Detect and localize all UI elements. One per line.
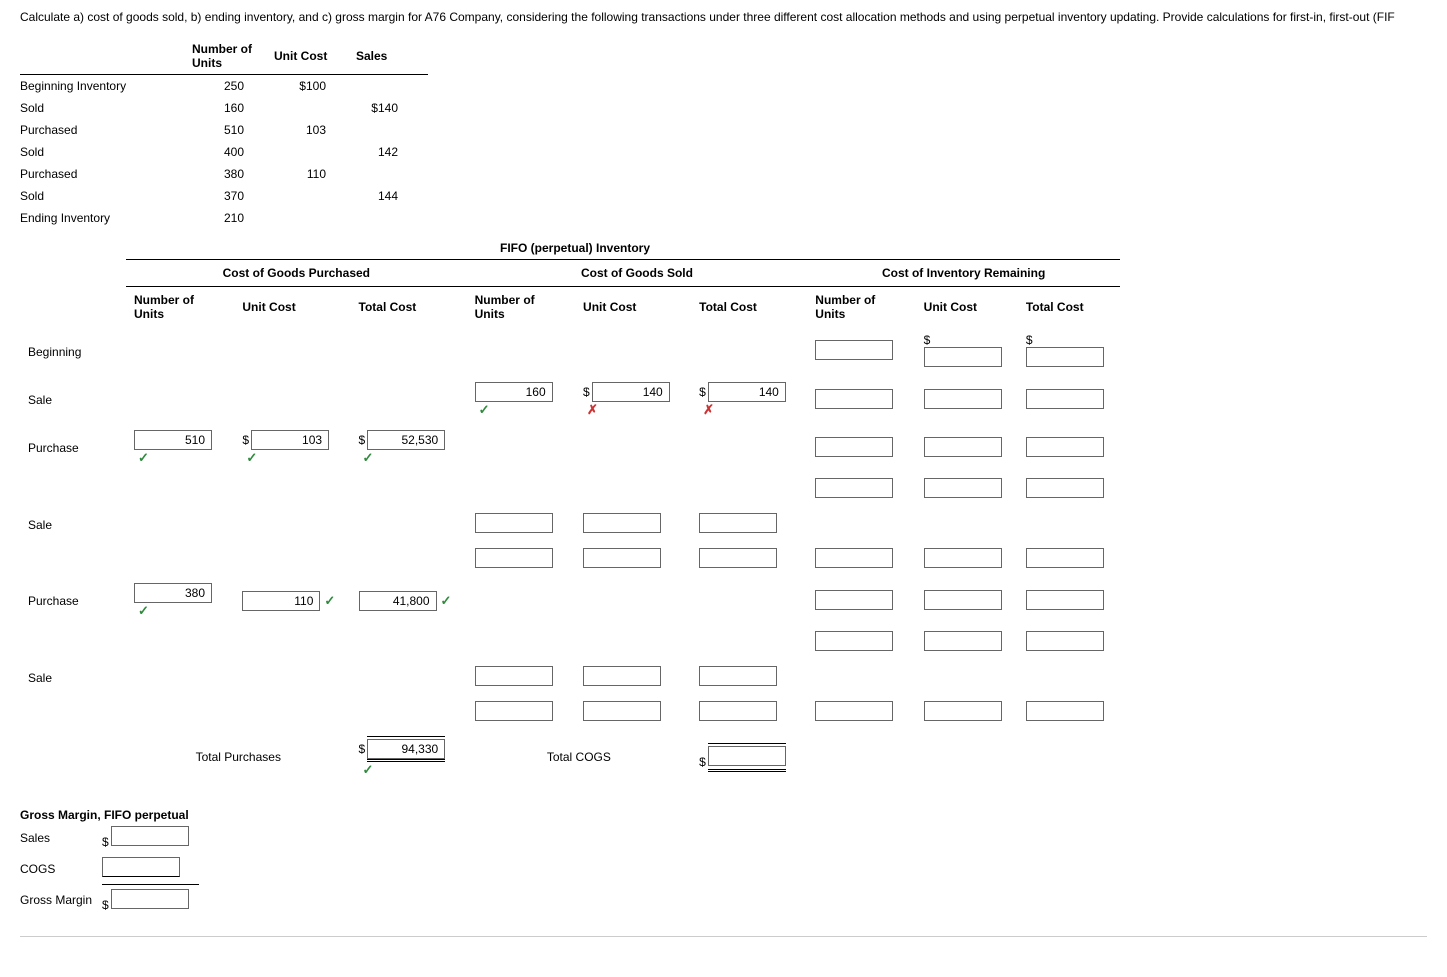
input-margin[interactable] (111, 889, 189, 909)
gm-title: Gross Margin, FIFO perpetual (20, 808, 1427, 822)
input[interactable] (924, 389, 1002, 409)
divider (20, 936, 1427, 937)
input[interactable]: 140 (592, 382, 670, 402)
check-icon: ✓ (363, 762, 374, 777)
input[interactable] (1026, 478, 1104, 498)
input[interactable] (1026, 590, 1104, 610)
input[interactable] (924, 631, 1002, 651)
input-cogs[interactable] (102, 857, 180, 877)
row-sale-2b (20, 542, 1120, 577)
check-icon: ✓ (479, 402, 490, 417)
input[interactable]: 52,530 (367, 430, 445, 450)
input[interactable] (924, 548, 1002, 568)
transactions-table: Number of Units Unit Cost Sales Beginnin… (20, 38, 428, 229)
input[interactable] (924, 478, 1002, 498)
check-icon: ✓ (441, 593, 452, 608)
input[interactable] (699, 701, 777, 721)
input[interactable]: 110 (242, 591, 320, 611)
input[interactable] (708, 746, 786, 766)
row-purchase-2: Purchase 380✓ 110✓ 41,800✓ (20, 577, 1120, 625)
col-sales: Sales (356, 38, 428, 75)
check-icon: ✓ (246, 450, 257, 465)
row-sale-3b (20, 695, 1120, 730)
row-purchase-2b (20, 625, 1120, 660)
row-purchase-1: Purchase 510✓ $103✓ $52,530✓ (20, 424, 1120, 472)
group-purchased: Cost of Goods Purchased (126, 260, 467, 287)
input[interactable] (475, 548, 553, 568)
input[interactable]: 103 (251, 430, 329, 450)
check-icon: ✓ (138, 603, 149, 618)
input[interactable]: 510 (134, 430, 212, 450)
input-sales[interactable] (111, 826, 189, 846)
input[interactable]: 160 (475, 382, 553, 402)
input[interactable] (815, 701, 893, 721)
input[interactable] (924, 437, 1002, 457)
gm-table: Sales$ COGS Gross Margin$ (20, 822, 199, 916)
row-sale-2a: Sale (20, 507, 1120, 542)
fifo-table: Cost of Goods Purchased Cost of Goods So… (20, 259, 1120, 784)
input[interactable]: 140 (708, 382, 786, 402)
input[interactable] (924, 590, 1002, 610)
input[interactable] (1026, 437, 1104, 457)
input[interactable] (815, 340, 893, 360)
x-icon: ✗ (587, 402, 598, 417)
col-unitcost: Unit Cost (274, 38, 356, 75)
input[interactable] (583, 513, 661, 533)
check-icon: ✓ (324, 593, 335, 608)
input[interactable] (475, 666, 553, 686)
input[interactable] (475, 513, 553, 533)
input[interactable] (583, 701, 661, 721)
input[interactable] (815, 389, 893, 409)
group-sold: Cost of Goods Sold (467, 260, 808, 287)
row-totals: Total Purchases $94,330✓ Total COGS $ (20, 730, 1120, 784)
row-sale-3a: Sale (20, 660, 1120, 695)
group-remain: Cost of Inventory Remaining (807, 260, 1120, 287)
input[interactable] (924, 347, 1002, 367)
input[interactable] (699, 666, 777, 686)
row-sale-1: Sale 160✓ $140✗ $140✗ (20, 376, 1120, 424)
input[interactable] (475, 701, 553, 721)
input[interactable]: 41,800 (359, 591, 437, 611)
input[interactable] (1026, 701, 1104, 721)
check-icon: ✓ (138, 450, 149, 465)
input[interactable] (815, 437, 893, 457)
input[interactable] (924, 701, 1002, 721)
input[interactable] (699, 513, 777, 533)
input[interactable] (815, 478, 893, 498)
x-icon: ✗ (703, 402, 714, 417)
instructions: Calculate a) cost of goods sold, b) endi… (20, 10, 1427, 24)
input[interactable] (1026, 347, 1104, 367)
row-beginning: Beginning $ $ (20, 327, 1120, 376)
input[interactable] (583, 666, 661, 686)
input[interactable] (1026, 389, 1104, 409)
input[interactable]: 94,330 (367, 739, 445, 759)
input[interactable]: 380 (134, 583, 212, 603)
input[interactable] (699, 548, 777, 568)
col-units: Number of Units (192, 38, 274, 75)
input[interactable] (815, 548, 893, 568)
input[interactable] (1026, 548, 1104, 568)
input[interactable] (583, 548, 661, 568)
row-purchase-1b (20, 472, 1120, 507)
fifo-title: FIFO (perpetual) Inventory (500, 241, 1427, 255)
check-icon: ✓ (363, 450, 374, 465)
input[interactable] (1026, 631, 1104, 651)
input[interactable] (815, 590, 893, 610)
input[interactable] (815, 631, 893, 651)
